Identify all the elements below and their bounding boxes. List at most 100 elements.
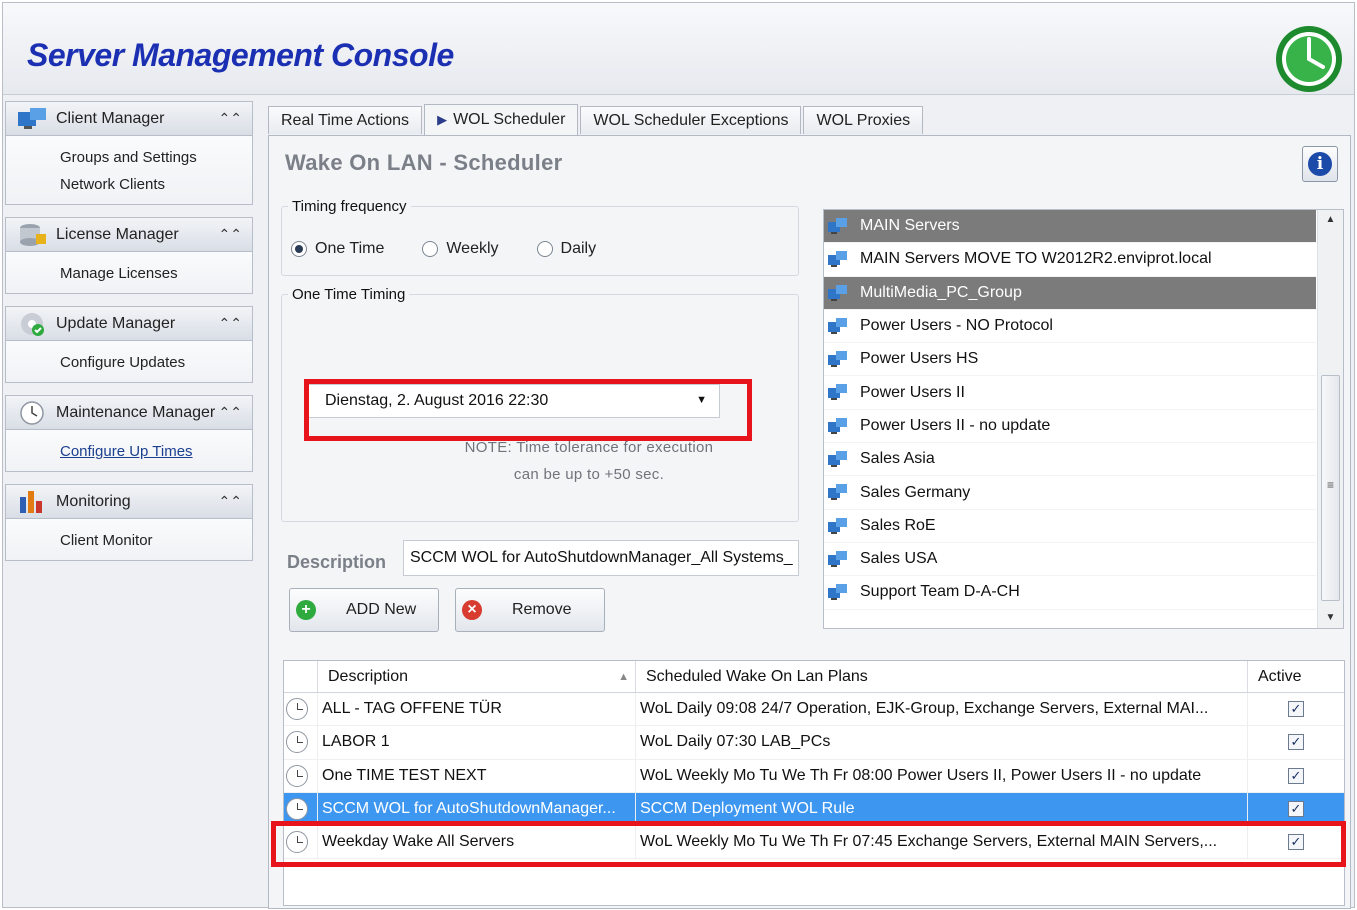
group-list-item[interactable]: MultiMedia_PC_Group (824, 276, 1316, 310)
description-input[interactable]: SCCM WOL for AutoShutdownManager_All Sys… (403, 540, 799, 576)
collapse-icon[interactable]: ⌃⌃ (219, 493, 242, 510)
radio-one-time[interactable]: One Time (291, 240, 384, 258)
grip-icon: ≡ (1327, 478, 1335, 492)
sidebar-item-network-clients[interactable]: Network Clients (60, 171, 252, 198)
computer-group-icon (828, 317, 847, 334)
computer-group-icon (828, 451, 847, 468)
app-header: Server Management Console (3, 3, 1354, 95)
table-row[interactable]: ALL - TAG OFFENE TÜR WoL Daily 09:08 24/7… (284, 693, 1344, 727)
tab-wol-proxies[interactable]: WOL Proxies (803, 106, 924, 134)
grid-header: Description ▲ Scheduled Wake On Lan Plan… (284, 661, 1344, 693)
monitoring-label: Monitoring (56, 492, 131, 510)
tab-real-time-actions[interactable]: Real Time Actions (268, 106, 423, 134)
app-window: Server Management Console Client Manager… (2, 2, 1355, 909)
row-description: LABOR 1 (318, 726, 636, 759)
group-list-item[interactable]: Sales USA (824, 543, 1316, 577)
row-plan: WoL Daily 09:08 24/7 Operation, EJK-Grou… (636, 693, 1248, 726)
row-description: ALL - TAG OFFENE TÜR (318, 693, 636, 726)
group-list-item[interactable]: Sales Asia (824, 443, 1316, 477)
info-icon: i (1308, 152, 1332, 176)
sidebar-group-client-manager: Client Manager ⌃⌃ Groups and Settings Ne… (5, 101, 253, 205)
license-manager-icon (20, 224, 46, 246)
computer-group-icon (828, 517, 847, 534)
clock-icon (286, 798, 308, 821)
group-list-item[interactable]: Sales RoE (824, 510, 1316, 543)
description-label: Description (287, 552, 387, 572)
sidebar-item-client-monitor[interactable]: Client Monitor (60, 527, 252, 554)
table-row[interactable]: LABOR 1 WoL Daily 07:30 LAB_PCs ✓ (284, 726, 1344, 760)
client-manager-label: Client Manager (56, 109, 165, 127)
timing-frequency-group: Timing frequency (281, 198, 799, 276)
sidebar-item-manage-licenses[interactable]: Manage Licenses (60, 260, 252, 287)
sidebar-item-configure-up-times[interactable]: Configure Up Times (60, 438, 252, 465)
radio-weekly[interactable]: Weekly (422, 240, 499, 258)
add-new-button[interactable]: + ADD New (289, 588, 439, 632)
clock-icon (286, 764, 308, 787)
timing-frequency-legend: Timing frequency (292, 198, 407, 215)
app-title: Server Management Console (27, 37, 454, 73)
computer-group-icon (828, 384, 847, 401)
scroll-up-icon[interactable]: ▲ (1318, 210, 1343, 230)
sidebar-group-maintenance-manager: Maintenance Manager ⌃⌃ Configure Up Time… (5, 395, 253, 472)
computer-group-icon (828, 550, 847, 567)
group-list-item[interactable]: Power Users - NO Protocol (824, 310, 1316, 344)
play-arrow-icon: ▶ (437, 112, 448, 127)
radio-daily[interactable]: Daily (536, 240, 596, 258)
sidebar-item-groups-settings[interactable]: Groups and Settings (60, 144, 252, 171)
col-description[interactable]: Description ▲ (318, 661, 636, 692)
computer-group-icon (828, 218, 847, 234)
collapse-icon[interactable]: ⌃⌃ (219, 110, 242, 127)
info-button[interactable]: i (1302, 146, 1338, 182)
update-manager-label: Update Manager (56, 314, 176, 332)
collapse-icon[interactable]: ⌃⌃ (219, 404, 242, 421)
active-checkbox[interactable]: ✓ (1288, 734, 1304, 751)
radio-dot (291, 241, 307, 257)
tab-wol-scheduler[interactable]: ▶ WOL Scheduler (424, 104, 579, 135)
group-list-item[interactable]: Sales Germany (824, 476, 1316, 510)
col-active[interactable]: Active (1248, 661, 1344, 692)
client-manager-header[interactable]: Client Manager ⌃⌃ (6, 102, 252, 136)
group-list-item[interactable]: Support Team D-A-CH (824, 576, 1316, 610)
computer-group-icon (828, 284, 847, 301)
update-manager-icon (21, 313, 44, 336)
monitoring-header[interactable]: Monitoring ⌃⌃ (6, 485, 252, 519)
computer-group-icon (828, 417, 847, 434)
panel-title: Wake On LAN - Scheduler (285, 150, 563, 175)
active-checkbox[interactable]: ✓ (1288, 701, 1304, 718)
scroll-down-icon[interactable]: ▼ (1318, 608, 1343, 628)
remove-icon: × (462, 600, 482, 620)
radio-dot (422, 241, 439, 257)
bar-chart-icon (20, 491, 42, 513)
col-plans[interactable]: Scheduled Wake On Lan Plans (636, 661, 1248, 692)
highlight-box-row (271, 821, 1346, 867)
group-list[interactable]: MAIN Servers MAIN Servers MOVE TO W2012R2… (823, 209, 1344, 629)
group-list-item[interactable]: Power Users II (824, 376, 1316, 410)
timing-frequency-options: One Time Weekly Daily (291, 240, 634, 258)
client-manager-icon (18, 108, 46, 129)
schedule-grid: Description ▲ Scheduled Wake On Lan Plan… (283, 660, 1345, 906)
tab-strip: Real Time Actions ▶ WOL Scheduler WOL Sch… (268, 104, 925, 136)
sidebar-group-monitoring: Monitoring ⌃⌃ Client Monitor (5, 484, 253, 561)
table-row[interactable]: One TIME TEST NEXT WoL Weekly Mo Tu We Th… (284, 759, 1344, 793)
clock-icon (286, 731, 308, 754)
tab-wol-scheduler-exceptions[interactable]: WOL Scheduler Exceptions (580, 106, 802, 134)
scroll-thumb[interactable]: ≡ (1321, 375, 1340, 601)
group-list-item[interactable]: MAIN Servers (824, 210, 1316, 244)
active-checkbox[interactable]: ✓ (1288, 767, 1304, 784)
sidebar-group-license-manager: License Manager ⌃⌃ Manage Licenses (5, 217, 253, 294)
active-checkbox[interactable]: ✓ (1288, 801, 1304, 818)
license-manager-header[interactable]: License Manager ⌃⌃ (6, 218, 252, 252)
computer-group-icon (828, 351, 847, 368)
maintenance-manager-header[interactable]: Maintenance Manager ⌃⌃ (6, 396, 252, 430)
sort-asc-icon: ▲ (618, 670, 629, 683)
remove-button[interactable]: × Remove (455, 588, 605, 632)
update-manager-header[interactable]: Update Manager ⌃⌃ (6, 307, 252, 341)
sidebar-item-configure-updates[interactable]: Configure Updates (60, 349, 252, 376)
group-list-scrollbar[interactable]: ▲ ≡ ▼ (1317, 210, 1343, 628)
row-description: One TIME TEST NEXT (318, 759, 636, 792)
group-list-item[interactable]: MAIN Servers MOVE TO W2012R2.enviprot.lo… (824, 243, 1316, 277)
collapse-icon[interactable]: ⌃⌃ (219, 315, 242, 332)
group-list-item[interactable]: Power Users HS (824, 343, 1316, 377)
collapse-icon[interactable]: ⌃⌃ (219, 226, 242, 243)
group-list-item[interactable]: Power Users II - no update (824, 410, 1316, 444)
